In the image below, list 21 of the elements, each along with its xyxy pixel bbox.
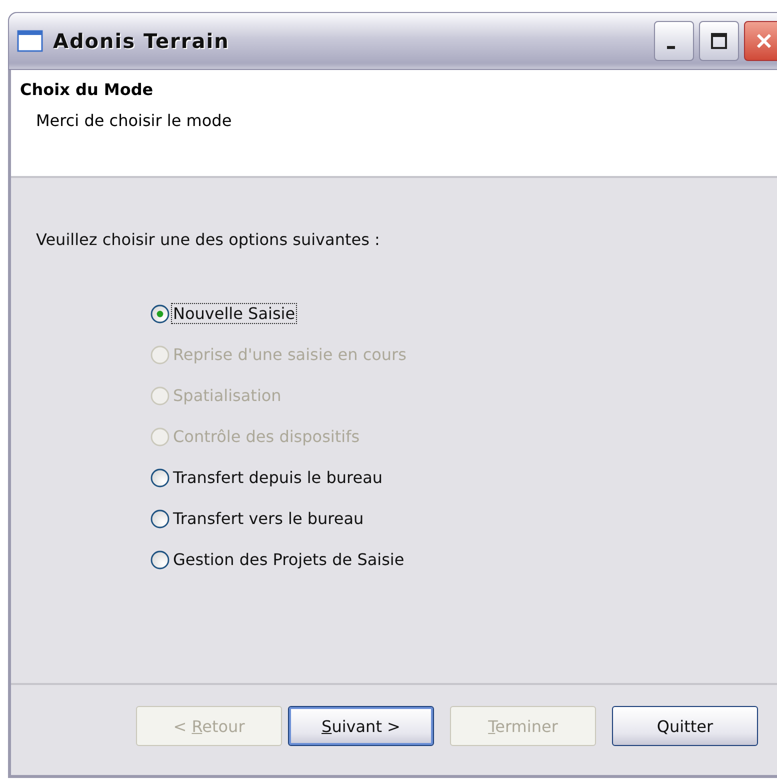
window-icon <box>17 30 43 52</box>
close-button[interactable] <box>744 21 777 61</box>
option-label[interactable]: Transfert vers le bureau <box>171 508 366 529</box>
maximize-button[interactable] <box>699 21 739 61</box>
minimize-button[interactable] <box>654 21 694 61</box>
maximize-icon <box>710 32 728 50</box>
option-label[interactable]: Transfert depuis le bureau <box>171 467 385 488</box>
option-label[interactable]: Nouvelle Saisie <box>171 303 298 324</box>
radio-button[interactable] <box>150 550 170 570</box>
close-icon <box>754 31 774 51</box>
option-label[interactable]: Gestion des Projets de Saisie <box>171 549 406 570</box>
page-subtitle: Merci de choisir le mode <box>36 111 232 130</box>
window-title: Adonis Terrain <box>53 29 230 53</box>
radio-button[interactable] <box>150 468 170 488</box>
page-title: Choix du Mode <box>20 80 154 99</box>
minimize-icon <box>667 46 675 48</box>
prompt-text: Veuillez choisir une des options suivantes : <box>36 230 380 249</box>
wizard-button[interactable]: Quitter <box>612 706 758 746</box>
radio-button[interactable] <box>150 508 170 528</box>
wizard-button[interactable]: Suivant > <box>288 706 434 746</box>
radio-button[interactable] <box>150 304 170 324</box>
